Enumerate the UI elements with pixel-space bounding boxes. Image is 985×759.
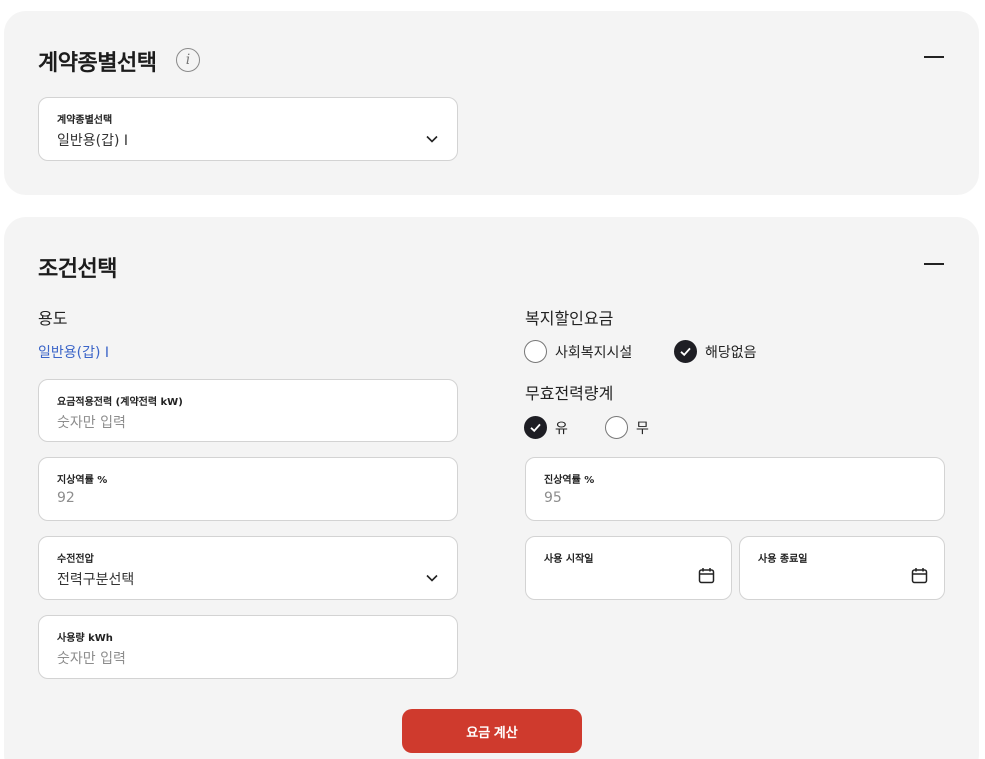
reactive-option-yes[interactable]: 유: [524, 416, 568, 439]
collapse-icon[interactable]: [924, 263, 944, 265]
usage-label: 사용량 kWh: [57, 633, 113, 644]
reactive-option-label: 유: [555, 420, 568, 437]
contract-type-title: 계약종별선택: [38, 51, 157, 76]
ground-factor-value: 92: [57, 490, 75, 506]
condition-title: 조건선택: [38, 257, 117, 282]
chevron-down-icon: [426, 574, 438, 582]
end-date-label: 사용 종료일: [758, 554, 808, 565]
contract-type-select[interactable]: 계약종별선택 일반용(갑) I: [38, 97, 458, 161]
calendar-icon[interactable]: [698, 567, 715, 584]
reactive-option-label: 무: [636, 420, 649, 437]
end-date-field[interactable]: 사용 종료일: [739, 536, 945, 600]
voltage-label: 수전전압: [57, 554, 94, 565]
start-date-field[interactable]: 사용 시작일: [525, 536, 732, 600]
start-date-label: 사용 시작일: [544, 554, 594, 565]
welfare-option-label: 해당없음: [705, 344, 757, 361]
applied-power-placeholder: 숫자만 입력: [57, 415, 126, 431]
info-icon[interactable]: i: [176, 48, 200, 72]
purpose-label: 용도: [38, 309, 68, 328]
usage-field[interactable]: 사용량 kWh 숫자만 입력: [38, 615, 458, 679]
purpose-value: 일반용(갑) I: [38, 345, 110, 361]
calendar-icon[interactable]: [911, 567, 928, 584]
voltage-select[interactable]: 수전전압 전력구분선택: [38, 536, 458, 600]
contract-type-panel: 계약종별선택 i 계약종별선택 일반용(갑) I: [4, 11, 979, 195]
contract-type-value: 일반용(갑) I: [57, 133, 129, 149]
collapse-icon[interactable]: [924, 56, 944, 58]
condition-panel: 조건선택 용도 일반용(갑) I 요금적용전력 (계약전력 kW) 숫자만 입력…: [4, 217, 979, 759]
ground-factor-label: 지상역률 %: [57, 475, 108, 486]
ground-power-factor-field[interactable]: 지상역률 % 92: [38, 457, 458, 521]
lead-factor-value: 95: [544, 490, 562, 506]
check-icon[interactable]: [524, 416, 547, 439]
reactive-meter-label: 무효전력량계: [525, 384, 614, 403]
radio-icon[interactable]: [524, 340, 547, 363]
welfare-option-label: 사회복지시설: [555, 344, 633, 361]
voltage-value: 전력구분선택: [57, 572, 135, 588]
usage-placeholder: 숫자만 입력: [57, 651, 126, 667]
applied-power-field[interactable]: 요금적용전력 (계약전력 kW) 숫자만 입력: [38, 379, 458, 442]
applied-power-label: 요금적용전력 (계약전력 kW): [57, 397, 183, 408]
reactive-option-no[interactable]: 무: [605, 416, 649, 439]
welfare-option-none[interactable]: 해당없음: [674, 340, 757, 363]
chevron-down-icon: [426, 135, 438, 143]
calculate-fee-button[interactable]: 요금 계산: [402, 709, 582, 753]
check-icon[interactable]: [674, 340, 697, 363]
welfare-discount-label: 복지할인요금: [525, 309, 614, 328]
lead-power-factor-field[interactable]: 진상역률 % 95: [525, 457, 945, 521]
radio-icon[interactable]: [605, 416, 628, 439]
welfare-option-social[interactable]: 사회복지시설: [524, 340, 632, 363]
lead-factor-label: 진상역률 %: [544, 475, 595, 486]
contract-type-label: 계약종별선택: [57, 115, 113, 126]
